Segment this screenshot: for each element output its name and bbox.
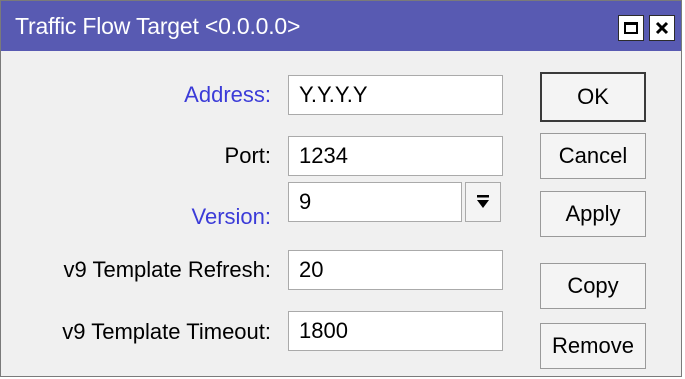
address-label: Address:	[184, 82, 271, 107]
close-button[interactable]	[649, 15, 675, 41]
title-bar[interactable]: Traffic Flow Target <0.0.0.0>	[1, 1, 681, 51]
dropdown-arrow-icon	[477, 195, 489, 208]
apply-button[interactable]: Apply	[540, 191, 646, 237]
window-title: Traffic Flow Target <0.0.0.0>	[15, 13, 301, 39]
maximize-button[interactable]	[618, 15, 644, 41]
template-refresh-label: v9 Template Refresh:	[63, 257, 271, 282]
template-refresh-field[interactable]: 20	[288, 250, 503, 290]
ok-button[interactable]: OK	[540, 72, 646, 122]
copy-button[interactable]: Copy	[540, 263, 646, 309]
remove-button[interactable]: Remove	[540, 323, 646, 369]
version-label: Version:	[191, 204, 272, 229]
port-field[interactable]: 1234	[288, 136, 503, 176]
template-timeout-label: v9 Template Timeout:	[62, 319, 271, 344]
traffic-flow-target-window: Traffic Flow Target <0.0.0.0> Address: Y…	[0, 0, 682, 377]
port-label: Port:	[224, 143, 271, 168]
address-field[interactable]: Y.Y.Y.Y	[288, 75, 503, 115]
template-timeout-field[interactable]: 1800	[288, 311, 503, 351]
close-icon	[655, 21, 669, 35]
version-dropdown-button[interactable]	[465, 182, 501, 222]
cancel-button[interactable]: Cancel	[540, 133, 646, 179]
maximize-icon	[624, 22, 638, 34]
version-select[interactable]: 9	[288, 182, 462, 222]
